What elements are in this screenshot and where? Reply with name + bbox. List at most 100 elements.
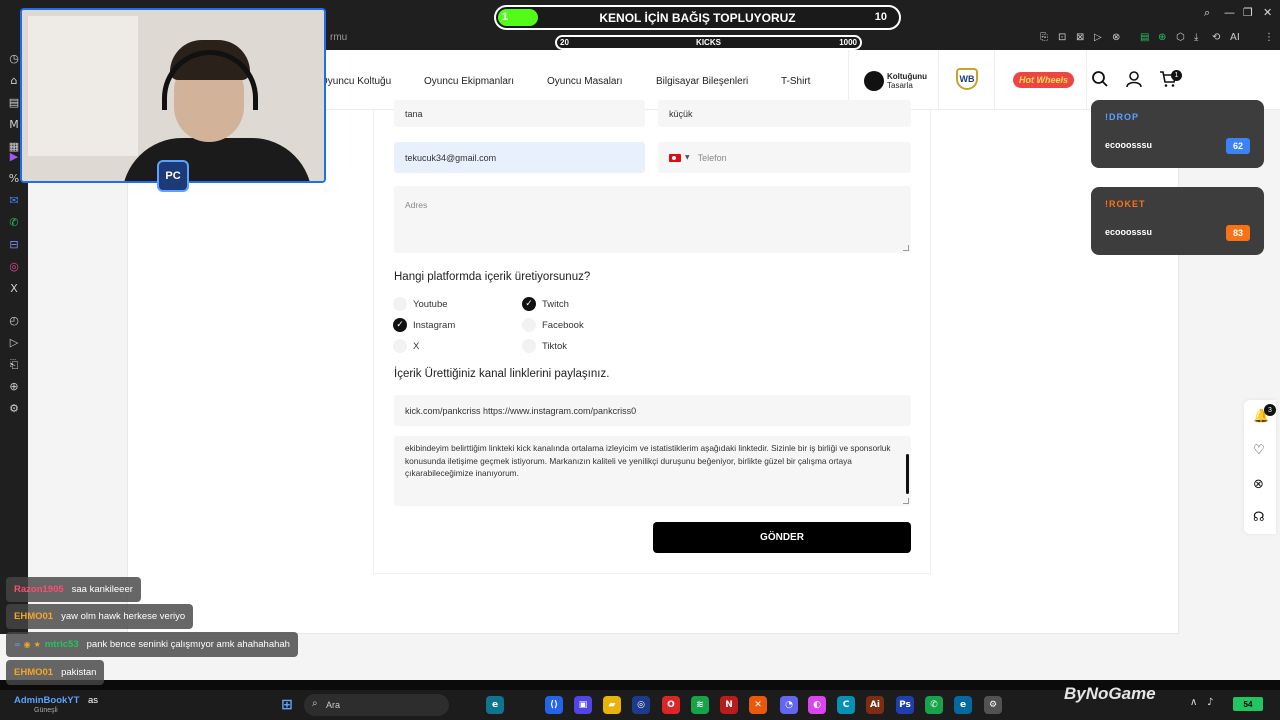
restore-icon[interactable]: ❐ <box>1243 6 1253 19</box>
platform-option-tiktok[interactable]: Tiktok <box>522 339 567 353</box>
checkbox-instagram[interactable]: ✓ <box>393 318 407 332</box>
vscode-icon[interactable]: ⟨⟩ <box>545 696 563 714</box>
netflix-icon[interactable]: N <box>720 696 738 714</box>
chat-message: EHMO01 pakistan <box>6 660 105 685</box>
sidebar-send-icon[interactable]: ▷ <box>7 336 21 350</box>
close-icon[interactable]: ✕ <box>1263 6 1272 19</box>
battery-indicator[interactable]: 54 <box>1233 697 1263 711</box>
opera-icon[interactable]: O <box>662 696 680 714</box>
sidebar-whatsapp-icon[interactable]: ✆ <box>7 216 21 230</box>
volume-icon[interactable]: ♪ <box>1207 697 1213 708</box>
notification-badge: 3 <box>1264 404 1276 416</box>
downloads-icon[interactable]: ⤓ <box>1194 32 1198 43</box>
address-field[interactable]: Adres <box>394 186 911 253</box>
platform-option-instagram[interactable]: ✓ Instagram <box>393 318 455 332</box>
first-name-field[interactable]: tana <box>394 100 645 127</box>
search-icon[interactable] <box>1091 70 1109 93</box>
sidebar-news-icon[interactable]: ▤ <box>7 96 21 110</box>
nav-item-gaming-desks[interactable]: Oyuncu Masaları <box>547 76 623 87</box>
resize-handle-icon[interactable] <box>903 245 909 251</box>
sidebar-twitch-icon[interactable]: ▶ <box>7 150 21 164</box>
whatsapp-icon[interactable]: ✆ <box>925 696 943 714</box>
browser-search-icon[interactable]: ⌕ <box>1204 6 1210 20</box>
more-menu-icon[interactable]: ⋮ <box>1264 32 1274 43</box>
history-icon[interactable]: ⟲ <box>1212 32 1220 43</box>
brand-hotwheels-logo[interactable]: Hot Wheels <box>1013 72 1075 88</box>
ai-icon[interactable]: AI <box>1230 32 1240 43</box>
steam-icon[interactable]: ◎ <box>632 696 650 714</box>
sidebar-discord-icon[interactable]: ⊟ <box>7 238 21 252</box>
checkbox-facebook[interactable] <box>522 318 536 332</box>
illustrator-icon[interactable]: Ai <box>866 696 884 714</box>
minimize-icon[interactable]: — <box>1224 6 1235 19</box>
sidebar-messenger-icon[interactable]: ✉ <box>7 194 21 208</box>
extension-plus-icon[interactable]: ⊕ <box>1158 32 1166 43</box>
platform-option-x[interactable]: X <box>393 339 419 353</box>
taskbar-search[interactable]: ⌕ Ara <box>304 694 449 716</box>
extension-green-icon[interactable]: ▤ <box>1140 32 1149 43</box>
turkey-flag-icon[interactable] <box>669 153 681 162</box>
extension-block-icon[interactable]: ⊗ <box>1112 32 1120 43</box>
media-icon[interactable]: ◐ <box>808 696 826 714</box>
photoshop-icon[interactable]: Ps <box>896 696 914 714</box>
extension-puzzle-icon[interactable]: ⬡ <box>1176 32 1185 43</box>
message-field[interactable]: ekibindeyim belirttiğim linkteki kick ka… <box>394 436 911 506</box>
account-icon[interactable] <box>1125 70 1143 93</box>
compare-icon[interactable]: ⊗ <box>1253 477 1264 492</box>
sidebar-save-icon[interactable]: ⎗ <box>7 358 21 372</box>
edge-alt-icon[interactable]: e <box>954 696 972 714</box>
platform-label: X <box>413 340 420 352</box>
sidebar-x-icon[interactable]: X <box>7 282 21 296</box>
brand-koltuk-logo[interactable]: Koltuğunu Tasarla <box>864 68 927 94</box>
sidebar-home-icon[interactable]: ⌂ <box>7 74 21 88</box>
extension-copy-icon[interactable]: ⎘ <box>1040 32 1048 43</box>
message-scrollbar[interactable] <box>906 454 909 494</box>
sidebar-settings-icon[interactable]: ⚙ <box>7 402 21 416</box>
sidebar-clock-icon[interactable]: ◷ <box>7 52 21 66</box>
tray-expand-icon[interactable]: ∧ <box>1190 697 1197 708</box>
nav-item-tshirt[interactable]: T-Shirt <box>781 76 810 87</box>
remote-icon[interactable]: ▣ <box>574 696 592 714</box>
channel-links-field[interactable]: kick.com/pankcriss https://www.instagram… <box>394 395 911 426</box>
checkbox-youtube[interactable] <box>393 297 407 311</box>
sidebar-add-icon[interactable]: ⊕ <box>7 380 21 394</box>
sidebar-percent-icon[interactable]: % <box>7 172 21 186</box>
chevron-down-icon[interactable]: ▼ <box>685 154 690 161</box>
brand-wb-logo[interactable]: WB <box>956 68 978 90</box>
extension-play-icon[interactable]: ▷ <box>1094 32 1102 43</box>
weather-label[interactable]: Güneşli <box>34 707 58 714</box>
sidebar-instagram-icon[interactable]: ◎ <box>7 260 21 274</box>
heart-icon[interactable]: ♡ <box>1253 443 1265 458</box>
last-name-field[interactable]: küçük <box>658 100 911 127</box>
phone-field[interactable]: ▼ Telefon <box>658 142 911 173</box>
sidebar-timer-icon[interactable]: ◴ <box>7 314 21 328</box>
email-field[interactable]: tekucuk34@gmail.com <box>394 142 645 173</box>
platform-option-twitch[interactable]: ✓ Twitch <box>522 297 569 311</box>
copilot-icon[interactable]: C <box>837 696 855 714</box>
settings-app-icon[interactable]: ⚙ <box>984 696 1002 714</box>
support-icon[interactable]: ☊ <box>1253 510 1265 525</box>
address-bar-fragment[interactable]: rmu <box>330 32 347 43</box>
folder-icon[interactable]: ▰ <box>603 696 621 714</box>
platform-question: Hangi platformda içerik üretiyorsunuz? <box>394 271 591 283</box>
extension-capture-icon[interactable]: ⊡ <box>1058 32 1066 43</box>
spotify-icon[interactable]: ≋ <box>691 696 709 714</box>
checkbox-twitch[interactable]: ✓ <box>522 297 536 311</box>
checkbox-x[interactable] <box>393 339 407 353</box>
nav-item-gaming-equipment[interactable]: Oyuncu Ekipmanları <box>424 76 514 87</box>
nav-item-gaming-chair[interactable]: Oyuncu Koltuğu <box>320 76 391 87</box>
resize-handle-icon[interactable] <box>903 498 909 504</box>
discord-icon[interactable]: ◔ <box>780 696 798 714</box>
platform-option-youtube[interactable]: Youtube <box>393 297 448 311</box>
submit-button[interactable]: GÖNDER <box>653 522 911 553</box>
platform-option-facebook[interactable]: Facebook <box>522 318 584 332</box>
extension-box-icon[interactable]: ⊠ <box>1076 32 1084 43</box>
overlay-score: 83 <box>1226 225 1250 241</box>
nav-item-pc-components[interactable]: Bilgisayar Bileşenleri <box>656 76 748 87</box>
windows-start-icon[interactable]: ⊞ <box>278 696 296 714</box>
checkbox-tiktok[interactable] <box>522 339 536 353</box>
edge-icon[interactable]: e <box>486 696 504 714</box>
sidebar-mail-icon[interactable]: M <box>7 118 21 132</box>
xbox-icon[interactable]: ✕ <box>749 696 767 714</box>
platform-label: Youtube <box>413 298 448 310</box>
